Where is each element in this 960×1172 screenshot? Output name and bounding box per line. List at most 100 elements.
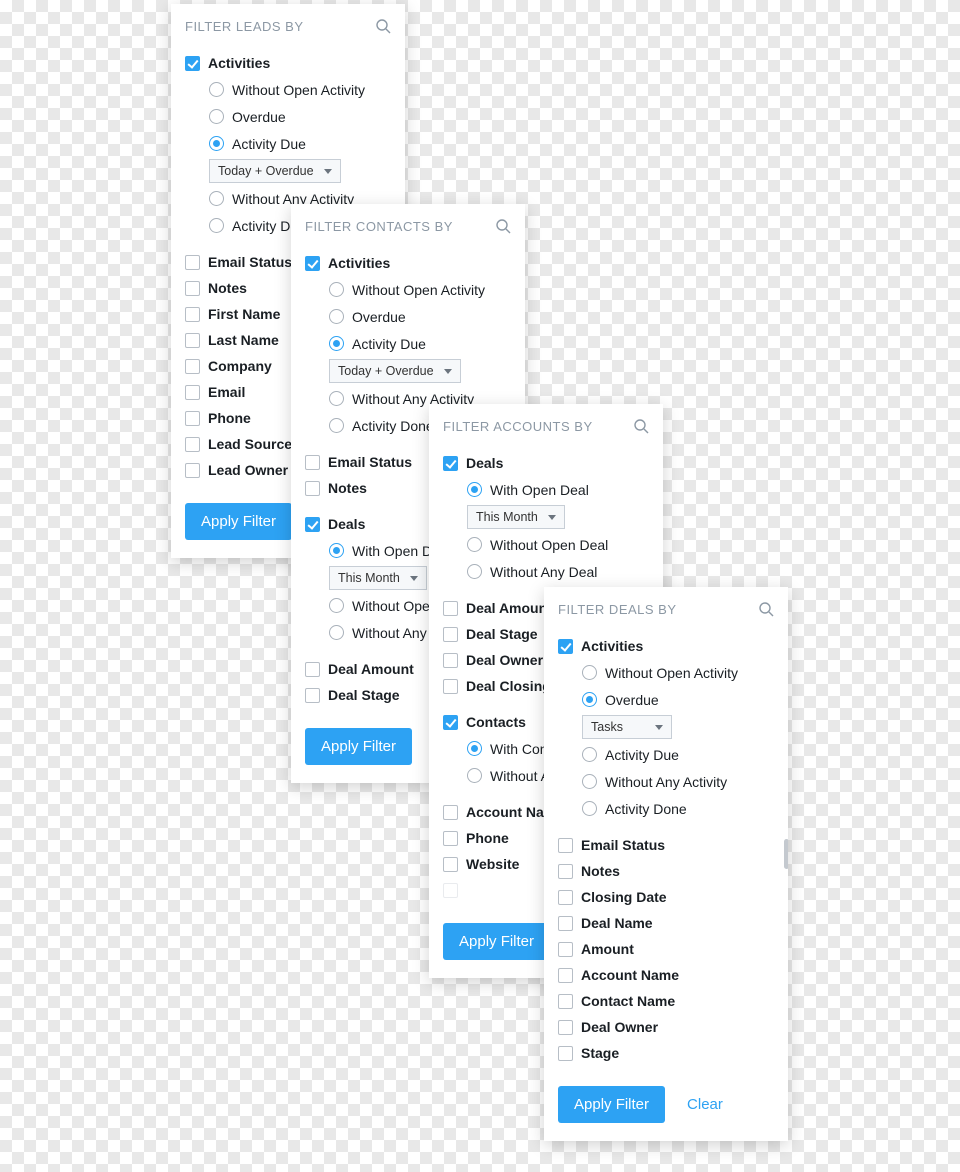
activity-due-dropdown[interactable]: Today + Overdue xyxy=(209,159,341,183)
radio[interactable] xyxy=(209,136,224,151)
apply-filter-button[interactable]: Apply Filter xyxy=(443,923,550,960)
checkbox[interactable] xyxy=(443,883,458,898)
checkbox[interactable] xyxy=(185,385,200,400)
apply-filter-button[interactable]: Apply Filter xyxy=(185,503,292,540)
checkbox-contact-name[interactable]: Contact Name xyxy=(558,988,774,1014)
clear-link[interactable]: Clear xyxy=(687,1096,723,1113)
radio[interactable] xyxy=(467,741,482,756)
checkbox[interactable] xyxy=(443,653,458,668)
radio-without-any-activity[interactable]: Without Any Activity xyxy=(558,768,774,795)
checkbox[interactable] xyxy=(558,1046,573,1061)
checkbox[interactable] xyxy=(305,455,320,470)
checkbox[interactable] xyxy=(185,307,200,322)
radio[interactable] xyxy=(329,543,344,558)
search-icon[interactable] xyxy=(633,418,649,434)
checkbox[interactable] xyxy=(558,968,573,983)
activities-checkbox-row[interactable]: Activities xyxy=(305,250,511,276)
checkbox[interactable] xyxy=(443,831,458,846)
search-icon[interactable] xyxy=(495,218,511,234)
radio-activity-due[interactable]: Activity Due xyxy=(305,330,511,357)
checkbox-deal-name[interactable]: Deal Name xyxy=(558,910,774,936)
apply-filter-button[interactable]: Apply Filter xyxy=(305,728,412,765)
radio-without-any-deal[interactable]: Without Any Deal xyxy=(443,558,649,585)
checkbox-deal-owner[interactable]: Deal Owner xyxy=(558,1014,774,1040)
deal-period-dropdown[interactable]: This Month xyxy=(467,505,565,529)
checkbox[interactable] xyxy=(305,688,320,703)
checkbox-email-status[interactable]: Email Status xyxy=(558,832,774,858)
radio[interactable] xyxy=(582,747,597,762)
checkbox[interactable] xyxy=(443,601,458,616)
radio-overdue[interactable]: Overdue xyxy=(558,686,774,713)
radio[interactable] xyxy=(209,218,224,233)
search-icon[interactable] xyxy=(375,18,391,34)
checkbox[interactable] xyxy=(185,359,200,374)
checkbox-activities[interactable] xyxy=(305,256,320,271)
radio[interactable] xyxy=(467,537,482,552)
radio[interactable] xyxy=(209,191,224,206)
radio[interactable] xyxy=(209,82,224,97)
checkbox[interactable] xyxy=(558,916,573,931)
checkbox-amount[interactable]: Amount xyxy=(558,936,774,962)
checkbox[interactable] xyxy=(185,411,200,426)
checkbox[interactable] xyxy=(443,857,458,872)
checkbox[interactable] xyxy=(558,864,573,879)
radio[interactable] xyxy=(329,418,344,433)
checkbox[interactable] xyxy=(558,942,573,957)
checkbox-deals[interactable] xyxy=(443,456,458,471)
radio-activity-done[interactable]: Activity Done xyxy=(558,795,774,822)
radio-overdue[interactable]: Overdue xyxy=(185,103,391,130)
radio[interactable] xyxy=(329,336,344,351)
overdue-dropdown[interactable]: Tasks xyxy=(582,715,672,739)
radio[interactable] xyxy=(329,309,344,324)
radio[interactable] xyxy=(467,482,482,497)
radio-without-open-activity[interactable]: Without Open Activity xyxy=(558,659,774,686)
checkbox-activities[interactable] xyxy=(558,639,573,654)
checkbox[interactable] xyxy=(185,255,200,270)
radio[interactable] xyxy=(582,801,597,816)
radio-activity-due[interactable]: Activity Due xyxy=(185,130,391,157)
radio-without-open-activity[interactable]: Without Open Activity xyxy=(305,276,511,303)
checkbox[interactable] xyxy=(305,481,320,496)
radio[interactable] xyxy=(209,109,224,124)
radio[interactable] xyxy=(467,564,482,579)
checkbox[interactable] xyxy=(443,627,458,642)
checkbox[interactable] xyxy=(443,679,458,694)
radio[interactable] xyxy=(329,625,344,640)
radio[interactable] xyxy=(329,391,344,406)
checkbox-contacts[interactable] xyxy=(443,715,458,730)
radio[interactable] xyxy=(329,282,344,297)
checkbox[interactable] xyxy=(185,333,200,348)
radio[interactable] xyxy=(582,692,597,707)
deals-checkbox-row[interactable]: Deals xyxy=(443,450,649,476)
radio-with-open-deal[interactable]: With Open Deal xyxy=(443,476,649,503)
activities-checkbox-row[interactable]: Activities xyxy=(558,633,774,659)
radio[interactable] xyxy=(582,665,597,680)
checkbox-activities[interactable] xyxy=(185,56,200,71)
radio[interactable] xyxy=(467,768,482,783)
deal-period-dropdown[interactable]: This Month xyxy=(329,566,427,590)
checkbox-notes[interactable]: Notes xyxy=(558,858,774,884)
checkbox[interactable] xyxy=(558,1020,573,1035)
checkbox[interactable] xyxy=(443,805,458,820)
checkbox[interactable] xyxy=(558,838,573,853)
checkbox[interactable] xyxy=(558,890,573,905)
radio-overdue[interactable]: Overdue xyxy=(305,303,511,330)
apply-filter-button[interactable]: Apply Filter xyxy=(558,1086,665,1123)
activity-due-dropdown[interactable]: Today + Overdue xyxy=(329,359,461,383)
radio-activity-due[interactable]: Activity Due xyxy=(558,741,774,768)
checkbox[interactable] xyxy=(558,994,573,1009)
checkbox-account-name[interactable]: Account Name xyxy=(558,962,774,988)
checkbox-stage[interactable]: Stage xyxy=(558,1040,774,1066)
checkbox-deals[interactable] xyxy=(305,517,320,532)
radio[interactable] xyxy=(329,598,344,613)
radio-without-open-deal[interactable]: Without Open Deal xyxy=(443,531,649,558)
checkbox-closing-date[interactable]: Closing Date xyxy=(558,884,774,910)
checkbox[interactable] xyxy=(185,437,200,452)
checkbox[interactable] xyxy=(185,463,200,478)
checkbox[interactable] xyxy=(185,281,200,296)
search-icon[interactable] xyxy=(758,601,774,617)
radio[interactable] xyxy=(582,774,597,789)
checkbox[interactable] xyxy=(305,662,320,677)
scrollbar[interactable] xyxy=(784,839,788,869)
radio-without-open-activity[interactable]: Without Open Activity xyxy=(185,76,391,103)
